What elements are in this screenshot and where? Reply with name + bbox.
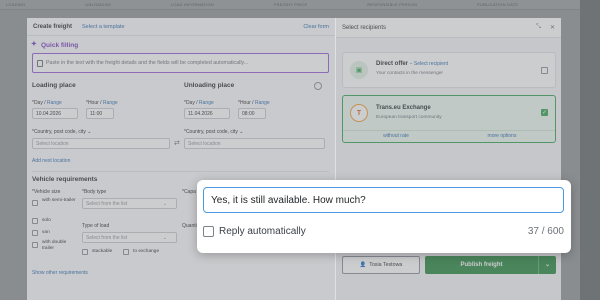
size-semi-trailer-checkbox[interactable]: [32, 200, 38, 206]
unloading-hour-label: *Hour / Range: [238, 100, 270, 106]
quick-filling-section: Quick filling Paste in the text with the…: [31, 40, 329, 76]
reply-automatically-label: Reply automatically: [219, 226, 306, 237]
chat-icon: ▣: [350, 61, 368, 79]
capacity-label: *Capa: [182, 189, 196, 195]
select-recipients-panel: Select recipients ⤡ ✕ ▣ Direct offer – S…: [335, 18, 561, 300]
to-exchange-checkbox[interactable]: [123, 249, 129, 255]
loading-location-input[interactable]: Select location: [32, 138, 170, 149]
quick-filling-input[interactable]: Paste in the text with the freight detai…: [32, 53, 329, 73]
unloading-hour-range-link[interactable]: Range: [255, 100, 270, 106]
select-template-link[interactable]: Select a template: [82, 24, 125, 30]
chevron-down-icon: ⌄: [162, 234, 167, 241]
unloading-day-field[interactable]: 11.04.2026: [184, 108, 230, 119]
show-other-requirements-link[interactable]: Show other requirements: [32, 270, 88, 276]
body-type-placeholder: Select from the list: [86, 200, 128, 207]
type-of-load-select[interactable]: Select from the list ⌄: [82, 232, 177, 243]
exchange-checkbox-checked[interactable]: ✓: [541, 109, 548, 116]
unloading-day-range-link[interactable]: Range: [199, 100, 214, 106]
body-type-select[interactable]: Select from the list ⌄: [82, 198, 177, 209]
direct-offer-title: Direct offer – Select recipient: [376, 61, 449, 67]
responsible-person-name: Tosia Testowa: [369, 262, 403, 268]
body-type-label: *Body type: [82, 189, 107, 195]
loading-hour-label: *Hour / Range: [86, 100, 118, 106]
unloading-place-title: Unloading place: [184, 82, 235, 89]
exchange-subtitle: European transport community: [376, 115, 442, 120]
user-icon: 👤: [359, 262, 367, 268]
direct-offer-subtitle: Your contacts in the messenger: [376, 71, 444, 76]
size-double-trailer-label: with double trailer: [42, 240, 67, 251]
size-solo-checkbox[interactable]: [32, 218, 38, 224]
reply-message-input[interactable]: [203, 187, 564, 213]
size-van-label: van: [42, 230, 50, 235]
type-of-load-placeholder: Select from the list: [86, 234, 128, 241]
quick-filling-title: Quick filling: [31, 40, 329, 50]
unloading-day-label: *Day / Range: [184, 100, 214, 106]
unloading-hour-field[interactable]: 08:00: [238, 108, 266, 119]
create-freight-panel: Create freight Select a template Clear f…: [27, 18, 335, 300]
unloading-location-input[interactable]: Select location: [184, 138, 325, 149]
to-exchange-label: to exchange: [133, 249, 160, 254]
exchange-title: Trans.eu Exchange: [376, 105, 431, 111]
stackable-checkbox[interactable]: [82, 249, 88, 255]
chevron-down-icon[interactable]: ⌄: [239, 129, 243, 135]
recipients-title: Select recipients: [342, 24, 387, 31]
stackable-label: stackable: [92, 249, 113, 254]
loading-day-field[interactable]: 10.04.2026: [32, 108, 78, 119]
vehicle-size-label: *Vehicle size: [32, 189, 61, 195]
loading-day-label: *Day / Range: [32, 100, 62, 106]
quick-filling-label: Quick filling: [41, 42, 79, 49]
responsible-person-button[interactable]: 👤 Tosia Testowa: [342, 256, 420, 274]
type-of-load-label: Type of load: [82, 223, 110, 229]
chevron-down-icon[interactable]: ⌄: [538, 256, 556, 274]
quantity-label: Quanti: [182, 223, 197, 229]
recipients-footer: 👤 Tosia Testowa Publish freight ⌄: [342, 256, 556, 276]
minimize-icon[interactable]: ⤡: [536, 24, 541, 31]
size-van-checkbox[interactable]: [32, 230, 38, 236]
auto-reply-popup: Reply automatically 37 / 600: [197, 180, 571, 253]
swap-icon[interactable]: ⇄: [174, 139, 180, 147]
reply-automatically-checkbox[interactable]: [203, 226, 214, 237]
without-rate-link[interactable]: without rate: [343, 131, 449, 142]
direct-offer-checkbox[interactable]: [541, 67, 548, 74]
history-icon[interactable]: [314, 82, 322, 90]
loading-country-label: *Country, post code, city ⌄: [32, 129, 92, 135]
quick-filling-placeholder: Paste in the text with the freight detai…: [46, 60, 249, 66]
document-icon: [37, 59, 43, 67]
add-next-location-link[interactable]: Add next location: [32, 158, 70, 164]
size-semi-trailer-label: with semi-trailer: [42, 198, 76, 203]
trans-eu-logo-icon: T: [350, 104, 368, 122]
chevron-down-icon[interactable]: ⌄: [87, 129, 91, 135]
size-solo-label: solo: [42, 218, 51, 223]
publish-freight-label: Publish freight: [460, 262, 503, 268]
section-divider: [32, 171, 329, 172]
exchange-options: without rate more options: [343, 130, 555, 142]
more-options-link[interactable]: more options: [449, 131, 555, 142]
loading-place-title: Loading place: [32, 82, 76, 89]
panel-title: Create freight: [33, 23, 73, 30]
recipients-header: Select recipients ⤡ ✕: [336, 18, 561, 38]
chevron-down-icon: ⌄: [162, 200, 167, 207]
loading-hour-field[interactable]: 11:00: [86, 108, 114, 119]
panel-header: Create freight Select a template Clear f…: [27, 18, 335, 36]
character-counter: 37 / 600: [527, 226, 564, 237]
background-right-strip: [580, 0, 600, 300]
clear-form-link[interactable]: Clear form: [303, 24, 329, 30]
sparkle-icon: [31, 40, 38, 49]
select-recipient-link[interactable]: – Select recipient: [410, 61, 448, 67]
size-double-trailer-checkbox[interactable]: [32, 242, 38, 248]
unloading-country-label: *Country, post code, city ⌄: [184, 129, 244, 135]
vehicle-requirements-title: Vehicle requirements: [32, 176, 98, 183]
loading-hour-range-link[interactable]: Range: [103, 100, 118, 106]
loading-day-range-link[interactable]: Range: [47, 100, 62, 106]
direct-offer-card[interactable]: ▣ Direct offer – Select recipient Your c…: [342, 52, 556, 88]
exchange-card[interactable]: T Trans.eu Exchange European transport c…: [342, 95, 556, 143]
close-icon[interactable]: ✕: [550, 24, 555, 31]
publish-freight-button[interactable]: Publish freight ⌄: [425, 256, 556, 274]
